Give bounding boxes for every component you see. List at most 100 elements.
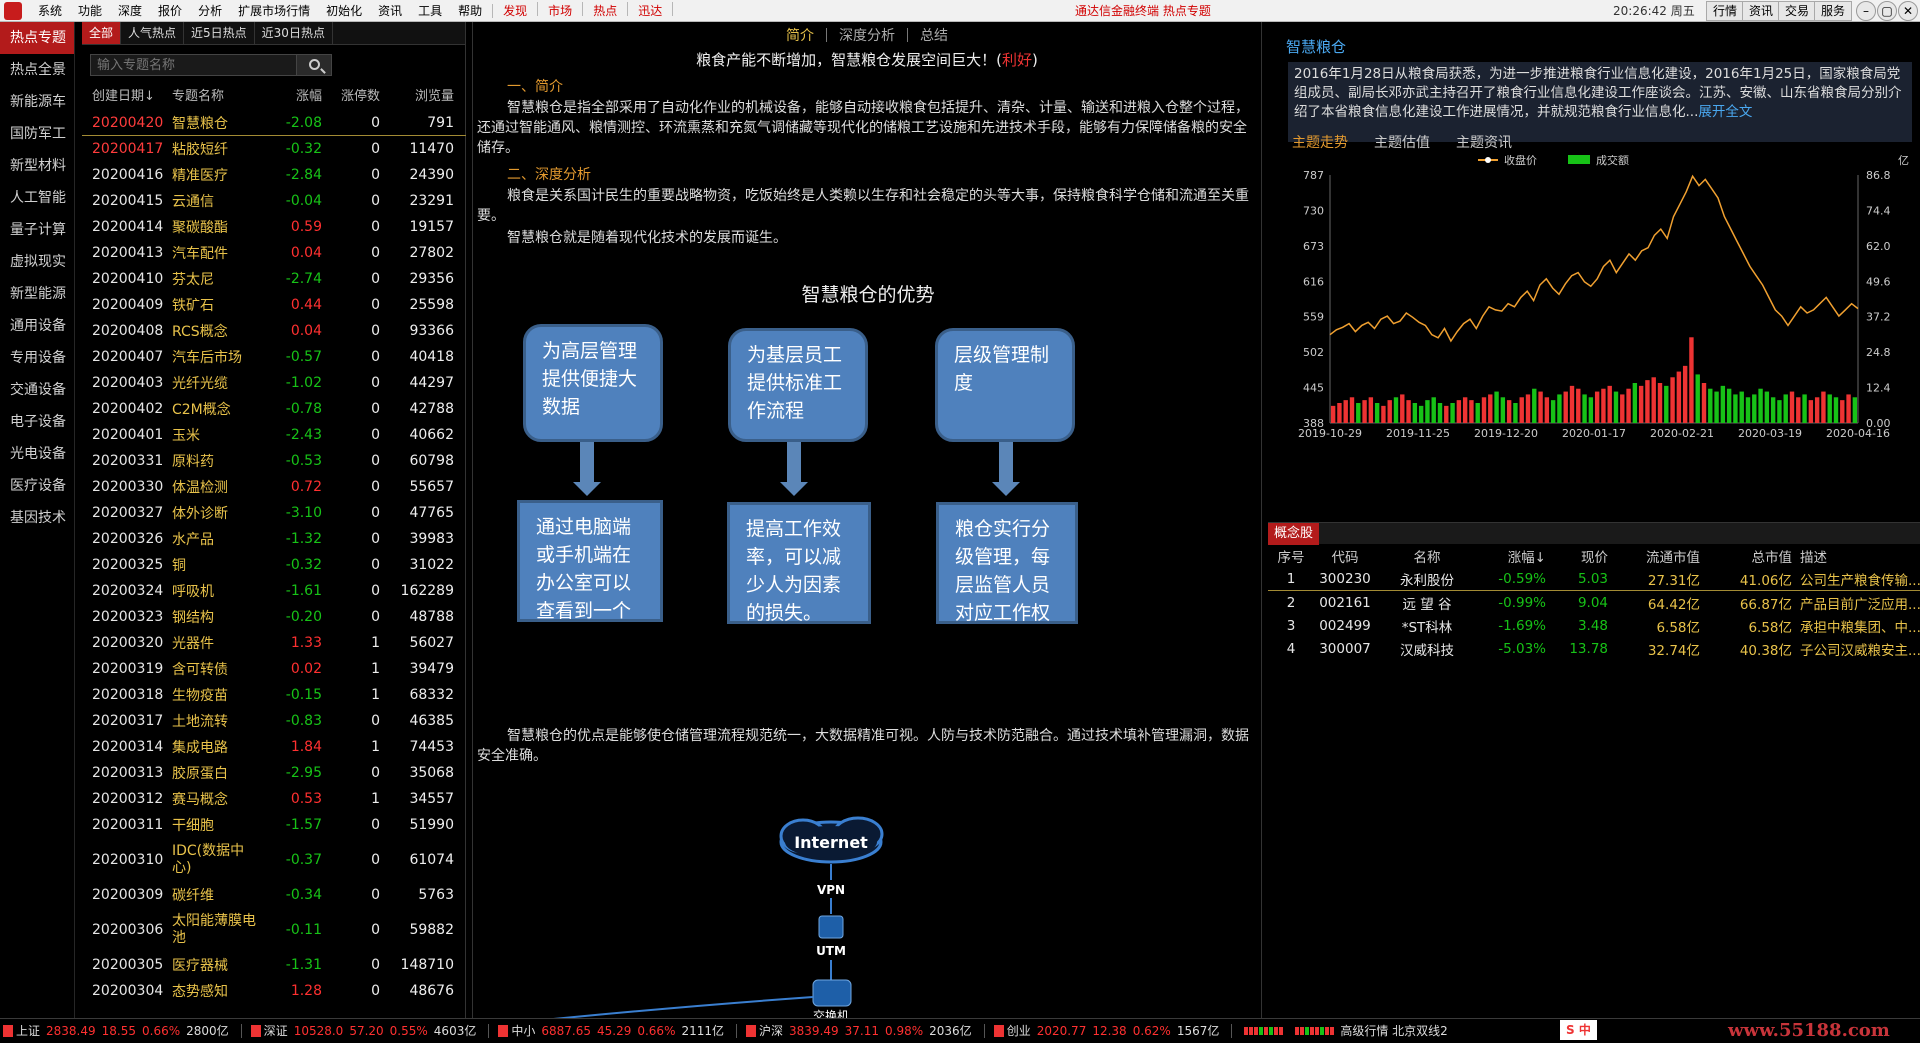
sidebar-item[interactable]: 新型材料 bbox=[0, 150, 74, 182]
index-name[interactable]: 中小 bbox=[511, 1022, 535, 1039]
concept-header[interactable]: 流通市值 bbox=[1608, 546, 1700, 568]
table-row[interactable]: 20200314 集成电路 1.84 1 74453 bbox=[82, 734, 466, 760]
index-name[interactable]: 创业 bbox=[1007, 1022, 1031, 1039]
header-limit[interactable]: 涨停数 bbox=[322, 85, 380, 107]
tab-news[interactable]: 主题资讯 bbox=[1456, 132, 1512, 152]
table-row[interactable]: 20200330 体温检测 0.72 0 55657 bbox=[82, 474, 466, 500]
sidebar-item[interactable]: 专用设备 bbox=[0, 342, 74, 374]
table-row[interactable]: 20200306 太阳能薄膜电池 -0.11 0 59882 bbox=[82, 908, 466, 952]
header-date[interactable]: 创建日期↓ bbox=[82, 85, 168, 107]
table-row[interactable]: 20200402 C2M概念 -0.78 0 42788 bbox=[82, 396, 466, 422]
tab-all[interactable]: 全部 bbox=[82, 22, 122, 44]
sidebar-item[interactable]: 基因技术 bbox=[0, 502, 74, 534]
table-row[interactable]: 2 002161 远 望 谷 -0.99% 9.04 64.42亿 66.87亿 产品目前广泛… bbox=[1268, 591, 1920, 614]
index-name[interactable]: 沪深 bbox=[759, 1022, 783, 1039]
sidebar-item[interactable]: 热点全景 bbox=[0, 54, 74, 86]
tab-valuation[interactable]: 主题估值 bbox=[1374, 132, 1430, 152]
table-row[interactable]: 20200320 光器件 1.33 1 56027 bbox=[82, 630, 466, 656]
table-row[interactable]: 20200304 态势感知 1.28 0 48676 bbox=[82, 978, 466, 1004]
tab-30day[interactable]: 近30日热点 bbox=[255, 22, 333, 44]
menu-item-red[interactable]: 发现 bbox=[495, 2, 535, 19]
menu-item[interactable]: 初始化 bbox=[318, 2, 370, 19]
table-row[interactable]: 20200414 聚碳酸酯 0.59 0 19157 bbox=[82, 214, 466, 240]
sidebar-item[interactable]: 光电设备 bbox=[0, 438, 74, 470]
tab-intro[interactable]: 简介 bbox=[774, 25, 826, 45]
table-row[interactable]: 20200407 汽车后市场 -0.57 0 40418 bbox=[82, 344, 466, 370]
table-row[interactable]: 20200319 含可转债 0.02 1 39479 bbox=[82, 656, 466, 682]
concept-header[interactable]: 现价 bbox=[1546, 546, 1608, 568]
news-button[interactable]: 资讯 bbox=[1742, 1, 1781, 21]
table-row[interactable]: 1 300230 永利股份 -0.59% 5.03 27.31亿 41.06亿 公司生产粮食传… bbox=[1268, 568, 1920, 591]
table-row[interactable]: 20200323 钢结构 -0.20 0 48788 bbox=[82, 604, 466, 630]
menu-item-red[interactable]: 热点 bbox=[585, 2, 625, 19]
topic-search-input[interactable] bbox=[90, 54, 297, 76]
menu-item[interactable]: 系统 bbox=[30, 2, 70, 19]
menu-item[interactable]: 报价 bbox=[150, 2, 190, 19]
table-row[interactable]: 20200312 赛马概念 0.53 1 34557 bbox=[82, 786, 466, 812]
table-row[interactable]: 20200325 铜 -0.32 0 31022 bbox=[82, 552, 466, 578]
concept-header[interactable]: 总市值 bbox=[1700, 546, 1793, 568]
sidebar-item[interactable]: 交通设备 bbox=[0, 374, 74, 406]
table-row[interactable]: 20200318 生物疫苗 -0.15 1 68332 bbox=[82, 682, 466, 708]
sidebar-item[interactable]: 国防军工 bbox=[0, 118, 74, 150]
table-row[interactable]: 3 002499 *ST科林 -1.69% 3.48 6.58亿 6.58亿 承担中粮集团、中… bbox=[1268, 614, 1920, 637]
sidebar-item[interactable]: 通用设备 bbox=[0, 310, 74, 342]
menu-item[interactable]: 工具 bbox=[410, 2, 450, 19]
table-row[interactable]: 20200401 玉米 -2.43 0 40662 bbox=[82, 422, 466, 448]
tab-analysis[interactable]: 深度分析 bbox=[827, 25, 907, 45]
menu-item[interactable]: 分析 bbox=[190, 2, 230, 19]
table-row[interactable]: 20200420 智慧粮仓 -2.08 0 791 bbox=[82, 110, 466, 136]
menu-item-red[interactable]: 市场 bbox=[540, 2, 580, 19]
menu-item[interactable]: 深度 bbox=[110, 2, 150, 19]
table-row[interactable]: 20200408 RCS概念 0.04 0 93366 bbox=[82, 318, 466, 344]
table-row[interactable]: 20200326 水产品 -1.32 0 39983 bbox=[82, 526, 466, 552]
table-row[interactable]: 20200409 铁矿石 0.44 0 25598 bbox=[82, 292, 466, 318]
sidebar-item[interactable]: 虚拟现实 bbox=[0, 246, 74, 278]
menu-item[interactable]: 功能 bbox=[70, 2, 110, 19]
concept-header[interactable]: 涨幅↓ bbox=[1478, 546, 1546, 568]
tab-5day[interactable]: 近5日热点 bbox=[184, 22, 255, 44]
header-name[interactable]: 专题名称 bbox=[168, 85, 262, 107]
header-change[interactable]: 涨幅 bbox=[262, 85, 322, 107]
tab-popular[interactable]: 人气热点 bbox=[121, 22, 185, 44]
index-name[interactable]: 上证 bbox=[16, 1022, 40, 1039]
menu-item[interactable]: 资讯 bbox=[370, 2, 410, 19]
menu-item[interactable]: 扩展市场行情 bbox=[230, 2, 318, 19]
service-button[interactable]: 服务 bbox=[1814, 1, 1853, 21]
concept-header[interactable]: 代码 bbox=[1314, 546, 1376, 568]
sidebar-item[interactable]: 新能源车 bbox=[0, 86, 74, 118]
table-row[interactable]: 20200309 碳纤维 -0.34 0 5763 bbox=[82, 882, 466, 908]
concept-header[interactable]: 名称 bbox=[1376, 546, 1478, 568]
sidebar-item[interactable]: 量子计算 bbox=[0, 214, 74, 246]
table-row[interactable]: 20200403 光纤光缆 -1.02 0 44297 bbox=[82, 370, 466, 396]
quote-button[interactable]: 行情 bbox=[1706, 1, 1745, 21]
header-views[interactable]: 浏览量 bbox=[380, 85, 454, 107]
expand-link[interactable]: 展开全文 bbox=[1698, 104, 1752, 120]
menu-item-red[interactable]: 迅达 bbox=[630, 2, 670, 19]
table-row[interactable]: 20200310 IDC(数据中心) -0.37 0 61074 bbox=[82, 838, 466, 882]
table-row[interactable]: 20200324 呼吸机 -1.61 0 162289 bbox=[82, 578, 466, 604]
search-button[interactable] bbox=[296, 54, 332, 76]
table-row[interactable]: 20200313 胶原蛋白 -2.95 0 35068 bbox=[82, 760, 466, 786]
sidebar-item[interactable]: 医疗设备 bbox=[0, 470, 74, 502]
table-row[interactable]: 20200417 粘胶短纤 -0.32 0 11470 bbox=[82, 136, 466, 162]
concept-header[interactable]: 序号 bbox=[1268, 546, 1314, 568]
index-name[interactable]: 深证 bbox=[264, 1022, 288, 1039]
ime-indicator[interactable]: S 中 bbox=[1560, 1020, 1597, 1040]
table-row[interactable]: 20200415 云通信 -0.04 0 23291 bbox=[82, 188, 466, 214]
sidebar-item[interactable]: 热点专题 bbox=[0, 22, 74, 54]
sidebar-item[interactable]: 人工智能 bbox=[0, 182, 74, 214]
sidebar-item[interactable]: 电子设备 bbox=[0, 406, 74, 438]
table-row[interactable]: 20200331 原料药 -0.53 0 60798 bbox=[82, 448, 466, 474]
sidebar-item[interactable]: 新型能源 bbox=[0, 278, 74, 310]
table-row[interactable]: 20200413 汽车配件 0.04 0 27802 bbox=[82, 240, 466, 266]
concept-stock-label[interactable]: 概念股 bbox=[1268, 523, 1320, 545]
maximize-icon[interactable]: ▢ bbox=[1877, 1, 1897, 21]
menu-item[interactable]: 帮助 bbox=[450, 2, 490, 19]
trade-button[interactable]: 交易 bbox=[1778, 1, 1817, 21]
table-row[interactable]: 20200416 精准医疗 -2.84 0 24390 bbox=[82, 162, 466, 188]
table-row[interactable]: 20200305 医疗器械 -1.31 0 148710 bbox=[82, 952, 466, 978]
table-row[interactable]: 20200410 芬太尼 -2.74 0 29356 bbox=[82, 266, 466, 292]
tab-summary[interactable]: 总结 bbox=[908, 25, 960, 45]
table-row[interactable]: 20200311 干细胞 -1.57 0 51990 bbox=[82, 812, 466, 838]
